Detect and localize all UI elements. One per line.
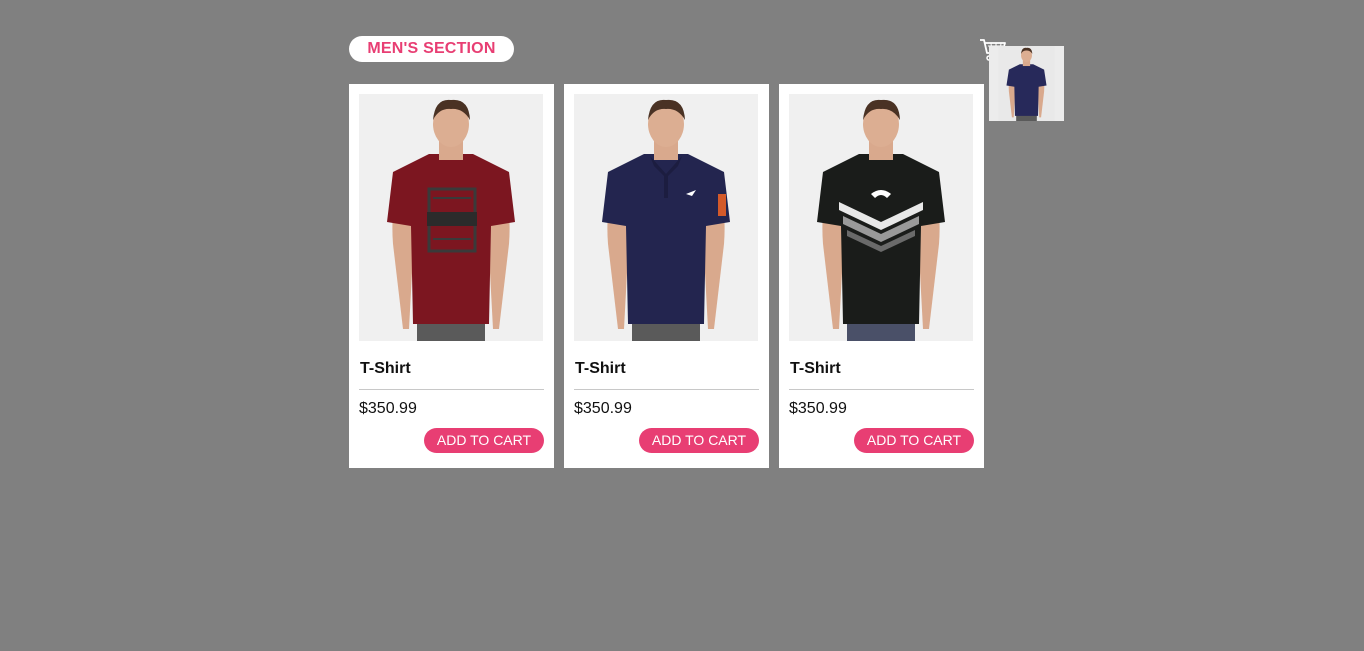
add-to-cart-button[interactable]: ADD TO CART	[639, 428, 759, 453]
product-title: T-Shirt	[360, 360, 411, 377]
divider	[789, 389, 974, 390]
product-price: $350.99	[574, 400, 632, 417]
product-price: $350.99	[789, 400, 847, 417]
add-to-cart-button[interactable]: ADD TO CART	[854, 428, 974, 453]
section-title: MEN'S SECTION	[349, 36, 514, 62]
product-card: T-Shirt $350.99 ADD TO CART	[564, 84, 769, 468]
product-image[interactable]	[359, 94, 543, 341]
cart-item-thumbnail[interactable]	[989, 46, 1064, 121]
divider	[359, 389, 544, 390]
add-to-cart-button[interactable]: ADD TO CART	[424, 428, 544, 453]
product-title: T-Shirt	[575, 360, 626, 377]
product-image[interactable]	[789, 94, 973, 341]
product-price: $350.99	[359, 400, 417, 417]
product-image[interactable]	[574, 94, 758, 341]
divider	[574, 389, 759, 390]
product-card: T-Shirt $350.99 ADD TO CART	[779, 84, 984, 468]
product-title: T-Shirt	[790, 360, 841, 377]
product-card: T-Shirt $350.99 ADD TO CART	[349, 84, 554, 468]
